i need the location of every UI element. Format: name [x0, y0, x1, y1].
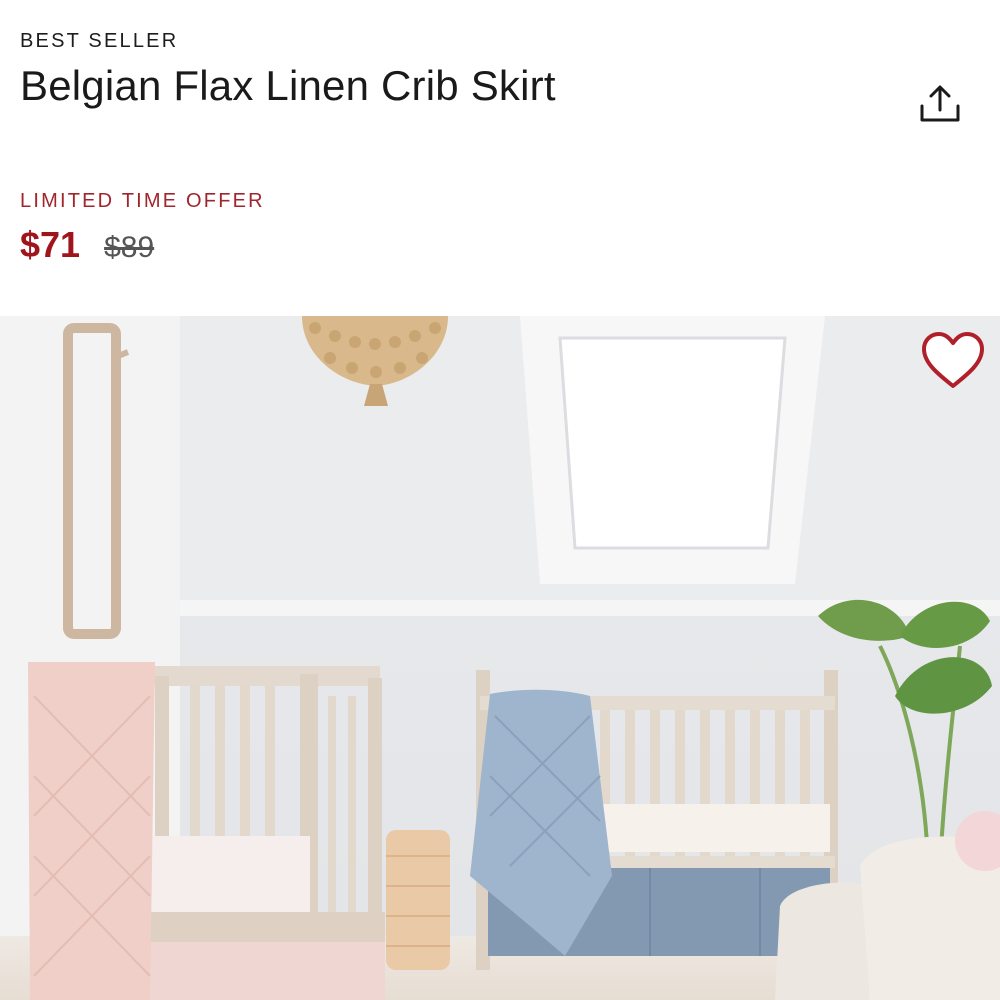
product-title: Belgian Flax Linen Crib Skirt — [20, 62, 556, 109]
product-image[interactable] — [0, 316, 1000, 1000]
share-button[interactable] — [912, 78, 968, 130]
favorite-button[interactable] — [918, 330, 988, 392]
product-header: BEST SELLER Belgian Flax Linen Crib Skir… — [0, 0, 1000, 316]
price-row: $71 $89 — [20, 224, 154, 266]
share-icon — [920, 85, 960, 122]
heart-icon — [922, 332, 984, 388]
nursery-scene-illustration — [0, 316, 1000, 1000]
original-price: $89 — [104, 231, 155, 264]
sale-price: $71 — [20, 224, 81, 265]
limited-offer-label: LIMITED TIME OFFER — [20, 190, 265, 212]
best-seller-badge: BEST SELLER — [20, 30, 179, 52]
